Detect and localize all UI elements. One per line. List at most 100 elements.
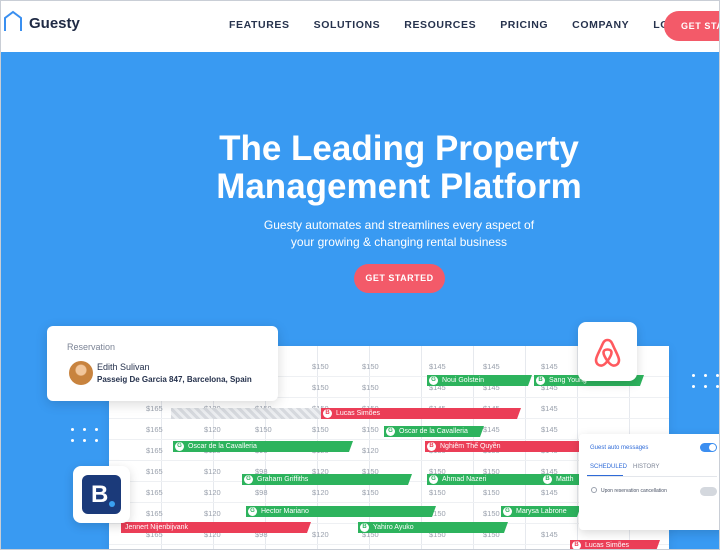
get-started-button[interactable]: GET STARTED — [354, 264, 445, 293]
auto-messages-toggle[interactable] — [700, 443, 717, 452]
channel-badge: G — [386, 427, 395, 436]
booking-bar[interactable]: G Oscar de la Cavalleria — [173, 441, 353, 452]
logo[interactable]: Guesty — [3, 10, 80, 37]
get-started-nav-button[interactable]: GET STA — [664, 11, 719, 41]
nightly-price: $120 — [204, 425, 221, 434]
reservation-card[interactable]: Reservation Edith Sulivan Passeig De Gar… — [47, 326, 278, 401]
dots-decoration-right — [692, 374, 719, 388]
channel-badge: G — [175, 442, 184, 451]
booking-bar[interactable]: B Lucas Simões — [570, 540, 660, 550]
nightly-price: $98 — [255, 488, 268, 497]
hero-subtitle-line1: Guesty automates and streamlines every a… — [263, 218, 535, 232]
airbnb-tile — [578, 322, 637, 381]
page: Guesty FEATURES SOLUTIONS RESOURCES PRIC… — [0, 0, 720, 550]
booking-guest-name: Lucas Simões — [585, 542, 629, 549]
nightly-price: $150 — [483, 509, 500, 518]
nightly-price: $150 — [312, 362, 329, 371]
tab-history[interactable]: HISTORY — [633, 464, 659, 470]
nav-company[interactable]: COMPANY — [572, 19, 629, 31]
booking-guest-name: Oscar de la Cavalleria — [399, 428, 468, 435]
guest-address: Passeig De Garcia 847, Barcelona, Spain — [97, 375, 252, 384]
booking-guest-name: Lucas Simões — [336, 410, 380, 417]
guest-messages-panel: Guest auto messages SCHEDULED HISTORY Up… — [579, 434, 719, 530]
nightly-price: $150 — [362, 425, 379, 434]
nav-pricing[interactable]: PRICING — [500, 19, 548, 31]
hero-title-line2: Management Platform — [216, 167, 582, 206]
hero-subtitle: Guesty automates and streamlines every a… — [1, 217, 719, 251]
nightly-price: $165 — [146, 404, 163, 413]
main-menu: FEATURES SOLUTIONS RESOURCES PRICING COM… — [229, 19, 714, 31]
dots-decoration — [71, 428, 98, 442]
channel-badge: G — [429, 475, 438, 484]
home-logo-icon — [3, 10, 23, 37]
nightly-price: $165 — [146, 467, 163, 476]
booking-bar[interactable]: G Graham Griffiths — [242, 474, 412, 485]
hero: The Leading Property Management Platform… — [1, 52, 719, 550]
booking-bar[interactable]: G Hector Mariano — [246, 506, 436, 517]
nightly-price: $150 — [362, 488, 379, 497]
divider — [587, 476, 717, 477]
avatar — [69, 361, 93, 385]
nightly-price: $145 — [541, 530, 558, 539]
nightly-price: $120 — [312, 530, 329, 539]
booking-icon: B — [82, 475, 121, 514]
booking-bar[interactable]: G Oscar de la Cavalleria — [384, 426, 484, 437]
booking-guest-name: Noui Golstein — [442, 377, 485, 384]
booking-guest-name: Oscar de la Cavalleria — [188, 443, 257, 450]
nightly-price: $165 — [146, 509, 163, 518]
booking-guest-name: Marysa Labrone — [516, 508, 567, 515]
nightly-price: $165 — [146, 425, 163, 434]
booking-bar[interactable]: G Noui Golstein — [427, 375, 532, 386]
booking-bar[interactable]: Jennert Nijenbijvank — [121, 522, 311, 533]
nightly-price: $150 — [362, 362, 379, 371]
messages-title: Guest auto messages — [590, 445, 649, 451]
nightly-price: $145 — [541, 362, 558, 371]
hero-subtitle-line2: your growing & changing rental business — [290, 235, 508, 249]
booking-guest-name: Nghiêm Thế Quyền — [440, 443, 501, 450]
top-nav: Guesty FEATURES SOLUTIONS RESOURCES PRIC… — [1, 1, 719, 52]
channel-badge: B — [323, 409, 332, 418]
booking-bar[interactable]: B Lucas Simões — [321, 408, 521, 419]
hero-title: The Leading Property Management Platform — [1, 129, 719, 206]
channel-badge: G — [429, 376, 438, 385]
clock-icon — [591, 487, 597, 493]
message-rule-toggle[interactable] — [700, 487, 717, 496]
channel-badge: B — [427, 442, 436, 451]
hero-title-line1: The Leading Property — [219, 129, 579, 168]
nav-resources[interactable]: RESOURCES — [404, 19, 476, 31]
channel-badge: G — [248, 507, 257, 516]
booking-bar[interactable]: G Marysa Labrone — [501, 506, 581, 517]
nightly-price: $150 — [255, 425, 272, 434]
channel-badge: G — [244, 475, 253, 484]
nightly-price: $120 — [204, 488, 221, 497]
message-rule: Upon reservation cancellation — [601, 488, 667, 494]
nightly-price: $145 — [483, 362, 500, 371]
booking-tile: B — [73, 466, 130, 523]
channel-badge: B — [572, 541, 581, 550]
pending-block — [171, 408, 323, 419]
nightly-price: $150 — [483, 488, 500, 497]
booking-guest-name: Matth — [556, 476, 574, 483]
nav-solutions[interactable]: SOLUTIONS — [314, 19, 381, 31]
booking-guest-name: Yahiro Ayuko — [373, 524, 414, 531]
nightly-price: $150 — [312, 425, 329, 434]
brand-name: Guesty — [29, 15, 80, 32]
booking-bar[interactable]: B Yahiro Ayuko — [358, 522, 508, 533]
nightly-price: $145 — [541, 404, 558, 413]
tab-scheduled[interactable]: SCHEDULED — [590, 464, 627, 470]
nightly-price: $120 — [204, 509, 221, 518]
booking-bar[interactable]: G Ahmad Nazeri — [427, 474, 557, 485]
nav-features[interactable]: FEATURES — [229, 19, 290, 31]
reservation-label: Reservation — [67, 342, 116, 352]
nightly-price: $165 — [146, 446, 163, 455]
channel-badge: B — [360, 523, 369, 532]
nightly-price: $145 — [429, 362, 446, 371]
nightly-price: $120 — [312, 488, 329, 497]
nightly-price: $120 — [362, 446, 379, 455]
nightly-price: $165 — [146, 488, 163, 497]
airbnb-icon — [578, 338, 637, 385]
channel-badge: B — [536, 376, 545, 385]
nightly-price: $150 — [362, 383, 379, 392]
channel-badge: B — [543, 475, 552, 484]
nightly-price: $145 — [483, 425, 500, 434]
